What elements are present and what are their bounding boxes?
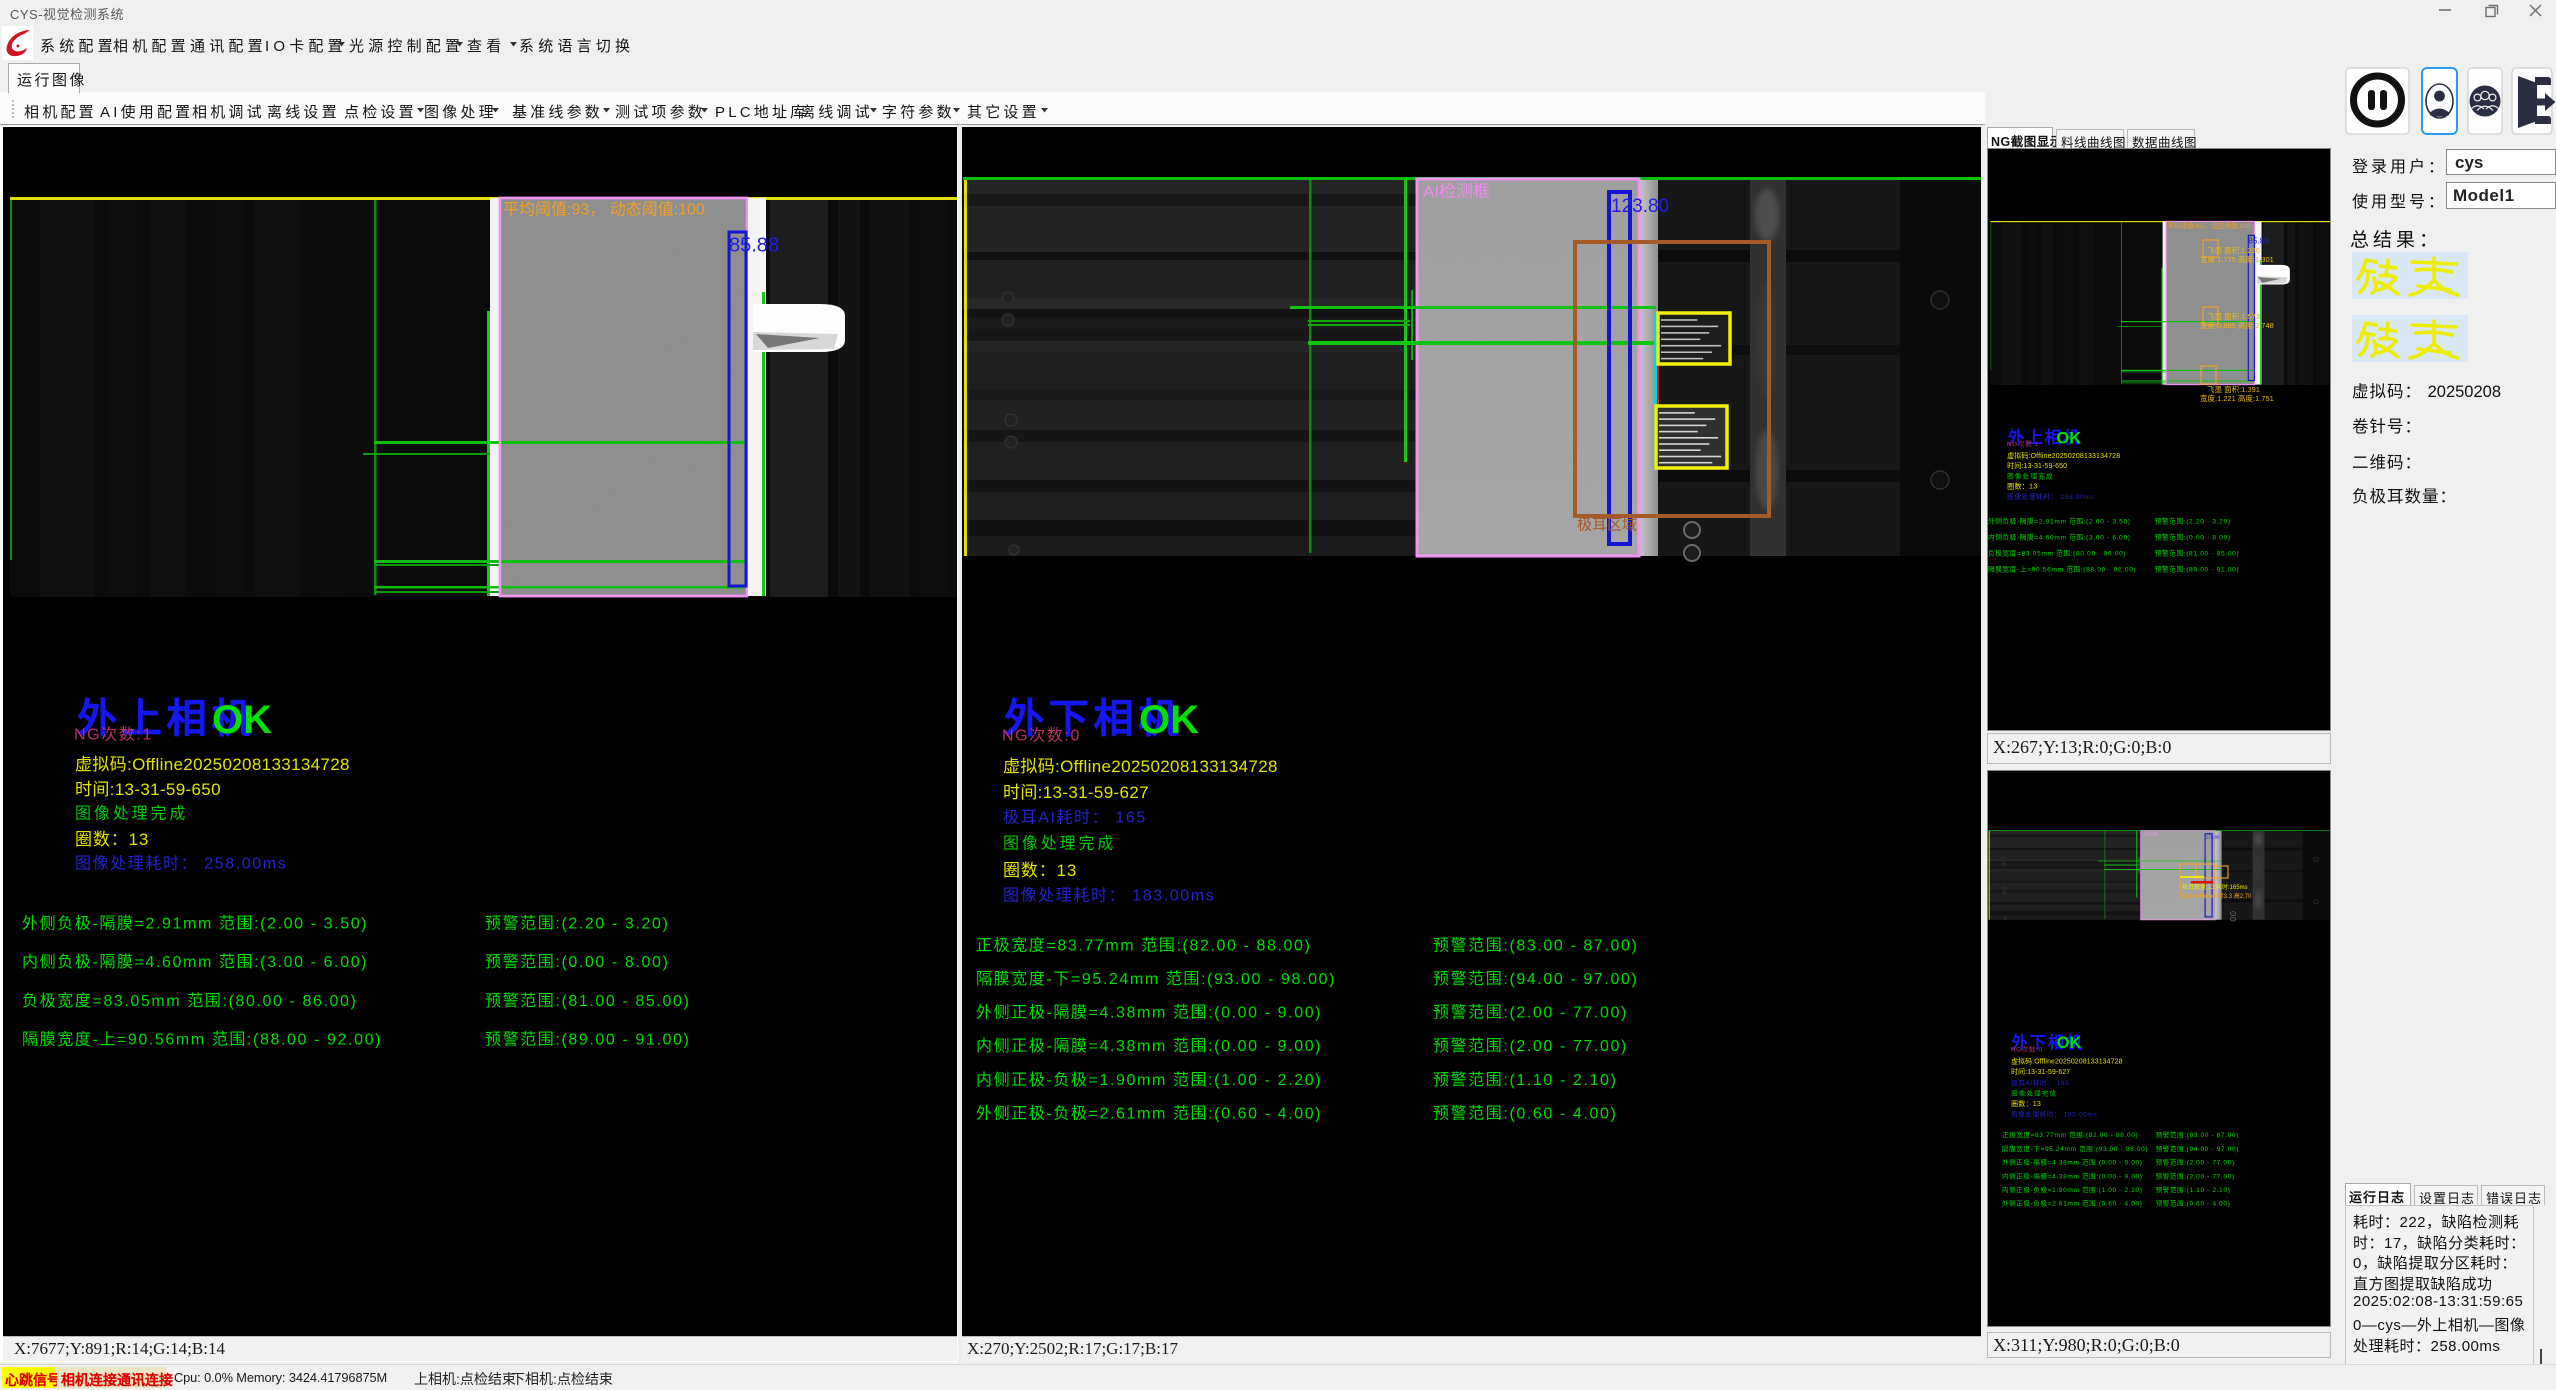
svg-text:预警范围:(2.00 - 77.00): 预警范围:(2.00 - 77.00) <box>2156 1158 2235 1167</box>
svg-text:外侧正极-负极=2.61mm 范围:(0.60 - 4.00: 外侧正极-负极=2.61mm 范围:(0.60 - 4.00) <box>2002 1199 2143 1208</box>
svg-text:图像处理完成: 图像处理完成 <box>2011 1088 2057 1097</box>
svg-text:OK: OK <box>2057 1034 2082 1052</box>
svg-text:时间:13-31-59-627: 时间:13-31-59-627 <box>2011 1067 2070 1076</box>
svg-text:外侧正极-隔膜=4.38mm 范围:(0.00 - 9.00: 外侧正极-隔膜=4.38mm 范围:(0.00 - 9.00) <box>2002 1158 2143 1167</box>
svg-text:123.80: 123.80 <box>2206 835 2220 840</box>
svg-text:NG次数:0: NG次数:0 <box>2011 1044 2043 1053</box>
svg-text:预警范围:(0.60 - 4.00): 预警范围:(0.60 - 4.00) <box>2156 1199 2231 1208</box>
svg-text:正极宽度=83.77mm 范围:(82.00 - 88.00: 正极宽度=83.77mm 范围:(82.00 - 88.00) <box>2002 1130 2138 1139</box>
svg-text:内侧正极-隔膜=4.38mm 范围:(0.00 - 9.00: 内侧正极-隔膜=4.38mm 范围:(0.00 - 9.00) <box>2002 1171 2143 1180</box>
svg-text:极耳AI耗时： 165: 极耳AI耗时： 165 <box>2011 1078 2069 1087</box>
svg-text:虚拟码:Offline20250208133134728: 虚拟码:Offline20250208133134728 <box>2011 1057 2122 1066</box>
svg-text:AI检测框: AI检测框 <box>2143 830 2159 836</box>
svg-text:内侧正极-负极=1.90mm 范围:(1.00 - 2.20: 内侧正极-负极=1.90mm 范围:(1.00 - 2.20) <box>2002 1185 2143 1194</box>
svg-text:预警范围:(94.00 - 97.00): 预警范围:(94.00 - 97.00) <box>2156 1144 2239 1153</box>
svg-text:隔膜宽度-下=95.24mm 范围:(93.00 - 98.: 隔膜宽度-下=95.24mm 范围:(93.00 - 98.00) <box>2002 1144 2148 1153</box>
svg-text:预警范围:(83.00 - 87.00): 预警范围:(83.00 - 87.00) <box>2156 1130 2239 1139</box>
svg-text:预警范围:(1.10 - 2.10): 预警范围:(1.10 - 2.10) <box>2156 1185 2231 1194</box>
svg-text:图像处理耗时： 183.00ms: 图像处理耗时： 183.00ms <box>2011 1110 2097 1119</box>
svg-text:圈数：13: 圈数：13 <box>2011 1099 2041 1108</box>
svg-text:左2-4 宽2.14 距3.3 高2.70: 左2-4 宽2.14 距3.3 高2.70 <box>2182 892 2252 900</box>
svg-text:预警范围:(2.00 - 77.00): 预警范围:(2.00 - 77.00) <box>2156 1171 2235 1180</box>
svg-text:极耳数量:13 耗时:165ms: 极耳数量:13 耗时:165ms <box>2182 883 2248 891</box>
